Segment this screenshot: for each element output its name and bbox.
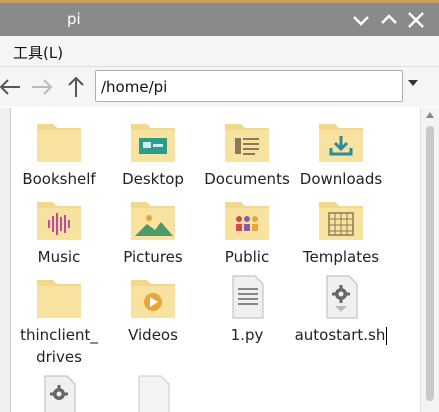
file-item-public[interactable]: Public [200,186,294,274]
scrollbar-thumb[interactable] [426,126,434,401]
folder-music-icon [37,202,81,240]
menu-tools[interactable]: 工具(L) [13,42,63,63]
folder-videos-icon [131,280,175,318]
folder-pictures-icon [131,202,175,240]
file-item-partial-2[interactable] [106,364,200,412]
file-item-1py[interactable]: 1.py [200,264,294,352]
close-icon[interactable] [406,10,426,30]
file-name-editing[interactable]: autostart.sh [294,324,388,346]
forward-arrow-icon[interactable] [30,75,54,99]
folder-public-icon [225,202,269,240]
title-bar: pi [0,0,439,36]
script-file-icon [326,275,358,319]
maximize-icon[interactable] [379,10,399,30]
menu-bar: 工具(L) [0,36,439,67]
folder-icon [37,124,81,162]
folder-templates-icon [319,202,363,240]
side-pane[interactable] [0,108,11,412]
file-item-bookshelf[interactable]: Bookshelf [12,108,106,196]
vertical-scrollbar[interactable] [420,108,439,412]
file-grid: Bookshelf Desktop Documents Downloads Mu… [12,108,419,412]
file-item-thinclient-drives[interactable]: thinclient_drives [12,264,106,366]
script-file-icon [44,375,76,412]
file-name: Videos [128,326,178,344]
file-item-partial-1[interactable] [12,364,106,412]
path-input[interactable]: /home/pi [95,70,403,102]
blank-file-icon [138,375,170,412]
file-item-autostart-sh[interactable]: autostart.sh [294,264,388,352]
folder-documents-icon [225,124,269,162]
path-text: /home/pi [101,78,168,96]
toolbar: /home/pi [0,67,439,107]
folder-downloads-icon [319,124,363,162]
folder-icon [37,280,81,318]
file-name: thinclient_drives [20,326,98,366]
back-arrow-icon[interactable] [0,75,22,99]
text-file-icon [232,275,264,319]
file-item-downloads[interactable]: Downloads [294,108,388,196]
file-item-desktop[interactable]: Desktop [106,108,200,196]
file-item-documents[interactable]: Documents [200,108,294,196]
text-cursor [386,326,388,345]
path-dropdown-icon[interactable] [408,80,418,86]
file-item-templates[interactable]: Templates [294,186,388,274]
minimize-icon[interactable] [351,10,371,30]
file-name: 1.py [230,326,264,344]
folder-desktop-icon [131,124,175,162]
scroll-up-icon[interactable] [426,112,434,118]
up-arrow-icon[interactable] [64,75,88,99]
window-title: pi [67,10,81,28]
file-item-videos[interactable]: Videos [106,264,200,352]
file-item-music[interactable]: Music [12,186,106,274]
file-item-pictures[interactable]: Pictures [106,186,200,274]
